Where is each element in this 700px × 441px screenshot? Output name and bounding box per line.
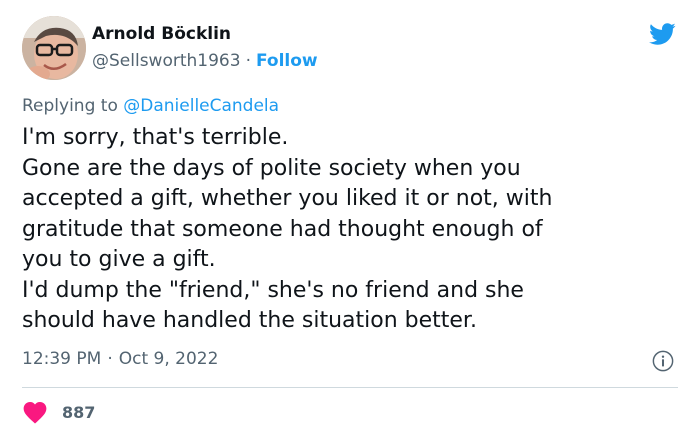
heart-icon[interactable] — [22, 400, 48, 424]
tweet-text-line: I'm sorry, that's terrible. — [22, 125, 289, 150]
info-icon[interactable] — [652, 350, 674, 372]
meta-separator: · — [107, 349, 113, 369]
tweet-text-line: I'd dump the "friend," she's no friend a… — [22, 277, 524, 303]
replying-prefix: Replying to — [22, 96, 118, 116]
avatar[interactable] — [22, 16, 86, 80]
author-name[interactable]: Arnold Böcklin — [92, 24, 231, 44]
avatar-image — [22, 16, 86, 80]
divider — [22, 387, 678, 388]
author-handle-row: @Sellsworth1963 · Follow — [92, 51, 318, 71]
tweet-date: Oct 9, 2022 — [118, 349, 219, 369]
follow-button[interactable]: Follow — [256, 51, 318, 71]
like-count: 887 — [62, 402, 96, 422]
tweet-time: 12:39 PM — [22, 349, 102, 369]
author-handle[interactable]: @Sellsworth1963 — [92, 51, 241, 71]
tweet-text-line: you to give a gift. — [22, 247, 216, 272]
handle-separator: · — [245, 51, 251, 71]
tweet-text-line: should have handled the situation better… — [22, 308, 477, 333]
tweet-text-line: Gone are the days of polite society when… — [22, 155, 521, 181]
tweet-timestamp[interactable]: 12:39 PM · Oct 9, 2022 — [22, 349, 218, 369]
tweet-text-line: accepted a gift, whether you liked it or… — [22, 186, 553, 211]
twitter-bird-icon[interactable] — [646, 20, 678, 48]
tweet-text-line: gratitude that someone had thought enoug… — [22, 216, 543, 242]
tweet-text: I'm sorry, that's terrible. Gone are the… — [22, 123, 672, 337]
reply-mention-link[interactable]: @DanielleCandela — [123, 96, 279, 116]
like-action[interactable]: 887 — [22, 400, 95, 424]
tweet-card: Arnold Böcklin @Sellsworth1963 · Follow Re… — [0, 0, 700, 441]
replying-to: Replying to @DanielleCandela — [22, 96, 279, 116]
